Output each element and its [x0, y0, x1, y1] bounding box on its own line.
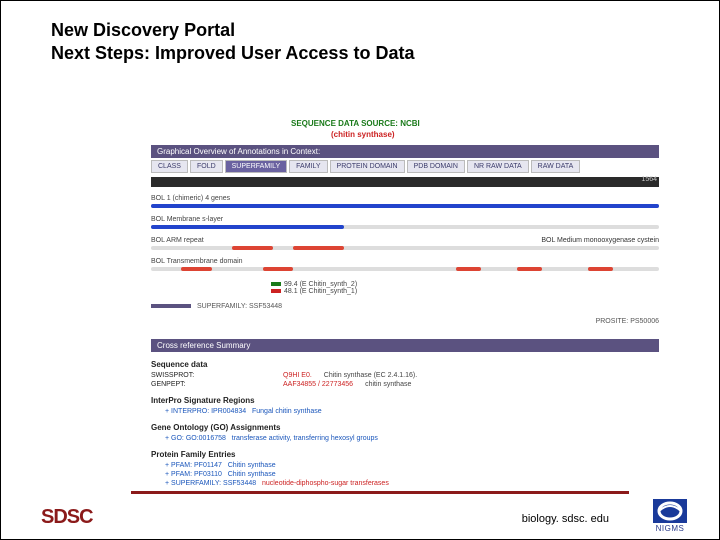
- nigms-logo: NIGMS: [641, 499, 699, 533]
- track-bar: [151, 225, 659, 229]
- section-title: Protein Family Entries: [151, 450, 659, 459]
- tab-pdb-domain[interactable]: PDB DOMAIN: [407, 160, 465, 173]
- protein-family-section: Protein Family Entries + PFAM: PF01147 C…: [151, 450, 659, 487]
- segment: [232, 246, 273, 250]
- table-row: SWISSPROT: Q9HI E0. Chitin synthase (EC …: [151, 372, 659, 379]
- table-row: GENPEPT: AAF34855 / 22773456 chitin synt…: [151, 381, 659, 388]
- segment: [517, 267, 542, 271]
- sequence-scale: [151, 177, 659, 187]
- segment: [588, 267, 613, 271]
- track-bar: [151, 267, 659, 271]
- tab-fold[interactable]: FOLD: [190, 160, 223, 173]
- track-label: BOL Membrane s-layer: [151, 216, 659, 223]
- nigms-label: NIGMS: [641, 524, 699, 533]
- slide-footer: SDSC biology. sdsc. edu NIGMS: [1, 491, 719, 539]
- tab-bar: CLASSFOLDSUPERFAMILYFAMILYPROTEIN DOMAIN…: [151, 160, 659, 173]
- section-title: Gene Ontology (GO) Assignments: [151, 423, 659, 432]
- graphical-overview-header: Graphical Overview of Annotations in Con…: [151, 145, 659, 158]
- tab-family[interactable]: FAMILY: [289, 160, 327, 173]
- tab-nr-raw-data[interactable]: NR RAW DATA: [467, 160, 529, 173]
- sequence-source: SEQUENCE DATA SOURCE: NCBI: [291, 119, 659, 128]
- legend-a: 99.4 (E Chitin_synth_2): [284, 281, 357, 288]
- tab-raw-data[interactable]: RAW DATA: [531, 160, 581, 173]
- title-line-1: New Discovery Portal: [51, 19, 414, 42]
- segment: [151, 204, 659, 208]
- footer-rule: [131, 491, 629, 494]
- annotation-track: BOL Membrane s-layer: [151, 216, 659, 229]
- segment: [181, 267, 211, 271]
- annotation-track: BOL ARM repeatBOL Medium monooxygenase c…: [151, 237, 659, 250]
- interpro-section: InterPro Signature Regions + INTERPRO: I…: [151, 396, 659, 415]
- sdsc-logo: SDSC: [41, 506, 93, 529]
- segment: [151, 225, 344, 229]
- track-bar: [151, 246, 659, 250]
- screenshot-content: SEQUENCE DATA SOURCE: NCBI (chitin synth…: [151, 119, 659, 487]
- go-section: Gene Ontology (GO) Assignments + GO: GO:…: [151, 423, 659, 442]
- legend-b: 48.1 (E Chitin_synth_1): [284, 288, 357, 295]
- slide-title: New Discovery Portal Next Steps: Improve…: [51, 19, 414, 64]
- tab-protein-domain[interactable]: PROTEIN DOMAIN: [330, 160, 405, 173]
- cross-reference-header: Cross reference Summary: [151, 339, 659, 352]
- superfamily-hit: SUPERFAMILY: SSF53448: [151, 303, 659, 310]
- track-bar: [151, 204, 659, 208]
- track-label: BOL Transmembrane domain: [151, 258, 659, 265]
- tab-superfamily[interactable]: SUPERFAMILY: [225, 160, 288, 173]
- legend: 99.4 (E Chitin_synth_2) 48.1 (E Chitin_s…: [271, 281, 659, 295]
- segment: [263, 267, 293, 271]
- section-title: InterPro Signature Regions: [151, 396, 659, 405]
- sequence-data-section: Sequence data SWISSPROT: Q9HI E0. Chitin…: [151, 360, 659, 388]
- prosite-hit: PROSITE: PS50006: [151, 318, 659, 325]
- segment: [293, 246, 344, 250]
- title-line-2: Next Steps: Improved User Access to Data: [51, 42, 414, 65]
- annotation-track: BOL 1 (chimeric) 4 genes: [151, 195, 659, 208]
- segment: [456, 267, 481, 271]
- protein-name: (chitin synthase): [331, 130, 659, 139]
- track-note: BOL Medium monooxygenase cystein: [541, 237, 659, 244]
- annotation-track: BOL Transmembrane domain: [151, 258, 659, 271]
- track-label: BOL 1 (chimeric) 4 genes: [151, 195, 659, 202]
- section-title: Sequence data: [151, 360, 659, 369]
- tab-class[interactable]: CLASS: [151, 160, 188, 173]
- footer-url: biology. sdsc. edu: [522, 513, 609, 525]
